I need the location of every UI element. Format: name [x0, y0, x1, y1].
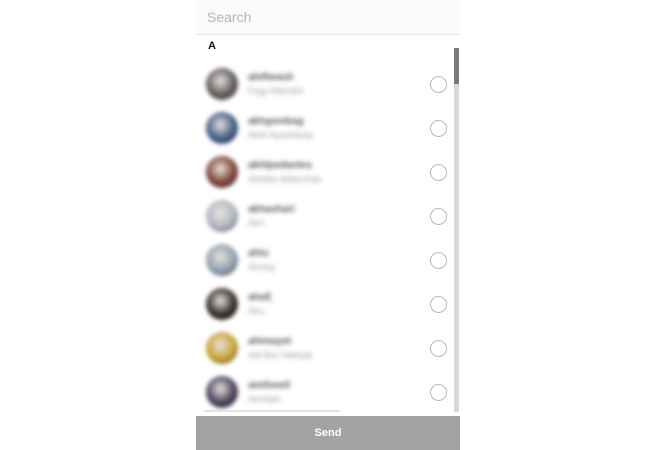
- contact-row[interactable]: ahimayet Adi Bez Naleyat: [196, 326, 452, 370]
- contact-row[interactable]: akhashari Ahrl: [196, 194, 452, 238]
- select-radio-icon[interactable]: [430, 296, 447, 313]
- search-bar: [196, 0, 460, 35]
- select-radio-icon[interactable]: [430, 252, 447, 269]
- contact-username: aleftwash: [248, 72, 294, 83]
- contact-full-name: Fagy Aftenfeh: [248, 86, 304, 96]
- avatar: [206, 156, 238, 188]
- contact-username: akhashari: [248, 204, 295, 215]
- contact-row[interactable]: aleftwash Fagy Aftenfeh: [196, 62, 452, 106]
- avatar: [206, 68, 238, 100]
- section-header-letter: A: [208, 40, 216, 52]
- avatar: [206, 244, 238, 276]
- contact-username: ahimayet: [248, 336, 292, 347]
- select-radio-icon[interactable]: [430, 384, 447, 401]
- contact-list[interactable]: aleftwash Fagy Aftenfeh akhgsmbag Akhil …: [196, 62, 452, 412]
- vertical-scrollbar[interactable]: [454, 48, 459, 412]
- scrollbar-thumb[interactable]: [454, 48, 459, 84]
- contact-full-name: Akhil Ayankbsay: [248, 130, 314, 140]
- avatar: [206, 332, 238, 364]
- contact-username: akhlpedantes: [248, 160, 312, 171]
- contact-username: ahlu: [248, 248, 269, 259]
- contact-row[interactable]: ahall_ Ahu: [196, 282, 452, 326]
- contact-row[interactable]: amilseeli Aemlale: [196, 370, 452, 412]
- contact-row[interactable]: akhgsmbag Akhil Ayankbsay: [196, 106, 452, 150]
- contact-row[interactable]: akhlpedantes Akhilep Aldanchye: [196, 150, 452, 194]
- contact-username: akhgsmbag: [248, 116, 304, 127]
- contact-username: ahall_: [248, 292, 277, 303]
- avatar: [206, 112, 238, 144]
- select-radio-icon[interactable]: [430, 208, 447, 225]
- send-button[interactable]: Send: [196, 416, 460, 450]
- select-radio-icon[interactable]: [430, 164, 447, 181]
- contact-username: amilseeli: [248, 380, 291, 391]
- avatar: [206, 376, 238, 408]
- select-radio-icon[interactable]: [430, 76, 447, 93]
- share-to-screen: A aleftwash Fagy Aftenfeh akhgsmbag Akhi…: [196, 0, 460, 450]
- avatar: [206, 200, 238, 232]
- select-radio-icon[interactable]: [430, 120, 447, 137]
- avatar: [206, 288, 238, 320]
- contact-full-name: Ahnlay: [248, 262, 276, 272]
- contact-full-name: Ahu: [248, 306, 265, 316]
- search-input[interactable]: [196, 0, 457, 34]
- contact-full-name: Adi Bez Naleyat: [248, 350, 313, 360]
- horizontal-scroll-indicator: [204, 410, 340, 412]
- contact-full-name: Akhilep Aldanchye: [248, 174, 322, 184]
- contact-row[interactable]: ahlu Ahnlay: [196, 238, 452, 282]
- contact-full-name: Ahrl: [248, 218, 265, 228]
- select-radio-icon[interactable]: [430, 340, 447, 357]
- contact-full-name: Aemlale: [248, 394, 281, 404]
